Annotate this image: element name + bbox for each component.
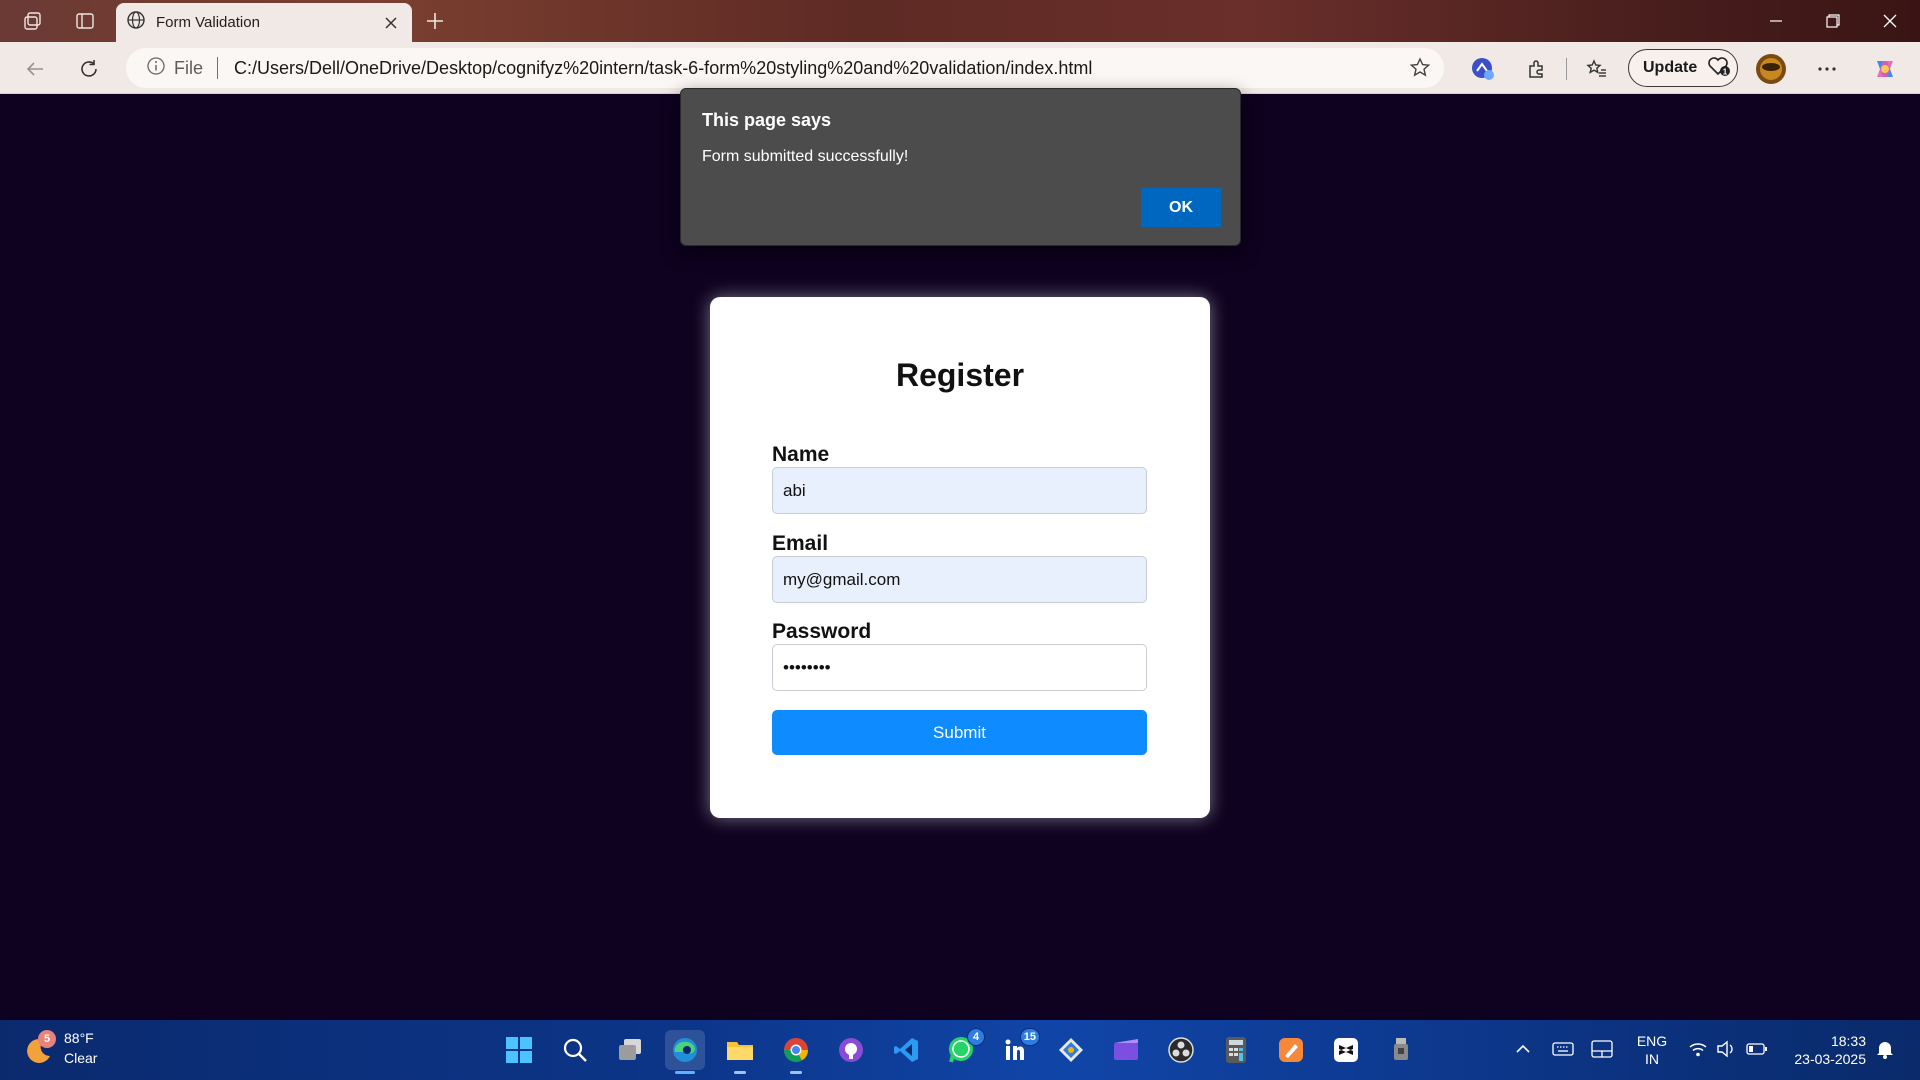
obs-icon[interactable] — [1161, 1030, 1201, 1070]
notification-bell-icon[interactable] — [1870, 1034, 1900, 1064]
minimize-button[interactable] — [1748, 0, 1804, 42]
copilot-extension-icon[interactable] — [1466, 52, 1500, 86]
system-clock[interactable]: 18:33 23-03-2025 — [1786, 1032, 1866, 1068]
dialog-message: Form submitted successfully! — [702, 148, 909, 165]
refresh-button[interactable] — [72, 52, 106, 86]
active-tab[interactable]: Form Validation — [116, 3, 412, 42]
new-tab-button[interactable] — [420, 6, 450, 36]
email-label: Email — [772, 532, 829, 555]
update-label: Update — [1643, 59, 1698, 76]
battery-icon[interactable] — [1742, 1034, 1772, 1064]
weather-condition: Clear — [64, 1050, 98, 1066]
more-options-icon[interactable] — [1810, 52, 1844, 86]
scheme-label: File — [174, 57, 204, 78]
address-separator — [217, 57, 219, 79]
toolbar-divider — [1566, 58, 1567, 80]
alert-dialog: This page says Form submitted successful… — [680, 88, 1241, 246]
password-input[interactable]: •••••••• — [772, 644, 1147, 691]
keyboard-icon[interactable] — [1548, 1034, 1578, 1064]
update-heart-icon: 1 — [1707, 55, 1731, 82]
dialog-title: This page says — [702, 110, 832, 130]
git-tool-icon[interactable] — [1051, 1030, 1091, 1070]
workspaces-icon[interactable] — [16, 6, 50, 36]
tab-title: Form Validation — [156, 14, 260, 31]
input-language[interactable]: ENG IN — [1634, 1032, 1670, 1068]
language-code: ENG — [1636, 1033, 1668, 1049]
info-icon[interactable] — [146, 56, 166, 81]
weather-temp: 88°F — [64, 1030, 94, 1046]
volume-icon[interactable] — [1711, 1034, 1741, 1064]
address-bar[interactable]: File C:/Users/Dell/OneDrive/Desktop/cogn… — [126, 48, 1444, 88]
password-label: Password — [772, 620, 872, 643]
name-label: Name — [772, 443, 830, 466]
touchpad-icon[interactable] — [1587, 1034, 1617, 1064]
favorite-star-icon[interactable] — [1408, 56, 1432, 80]
region-code: IN — [1645, 1051, 1659, 1067]
running-indicator — [734, 1071, 746, 1074]
capcut-icon[interactable] — [1326, 1030, 1366, 1070]
whatsapp-badge: 4 — [967, 1028, 985, 1046]
vscode-icon[interactable] — [886, 1030, 926, 1070]
wifi-icon[interactable] — [1683, 1034, 1713, 1064]
ok-button[interactable]: OK — [1141, 188, 1221, 227]
running-indicator — [790, 1071, 802, 1074]
chrome-icon[interactable] — [776, 1030, 816, 1074]
name-input[interactable]: abi — [772, 467, 1147, 514]
linkedin-badge: 15 — [1019, 1028, 1040, 1046]
close-window-button[interactable] — [1862, 0, 1918, 42]
usb-device-icon[interactable] — [1381, 1030, 1421, 1070]
url-text[interactable]: C:/Users/Dell/OneDrive/Desktop/cognifyz%… — [234, 58, 1092, 79]
svg-text:1: 1 — [1723, 67, 1728, 76]
calculator-icon[interactable] — [1216, 1030, 1256, 1070]
globe-icon — [126, 10, 146, 35]
windows-taskbar: 5 88°F Clear 4 15 ENG IN 18:33 23-03-202… — [0, 1020, 1920, 1080]
email-input[interactable]: my@gmail.com — [772, 556, 1147, 603]
file-explorer-icon[interactable] — [720, 1030, 760, 1074]
active-indicator — [675, 1071, 695, 1074]
linkedin-icon[interactable]: 15 — [996, 1028, 1040, 1070]
task-view-icon[interactable] — [610, 1030, 650, 1070]
browser-title-bar: Form Validation — [0, 0, 1920, 42]
weather-widget[interactable]: 5 88°F Clear — [24, 1030, 134, 1072]
clock-time: 18:33 — [1830, 1033, 1866, 1049]
submit-button[interactable]: Submit — [772, 710, 1147, 755]
restore-button[interactable] — [1805, 0, 1861, 42]
favorites-icon[interactable] — [1580, 52, 1614, 86]
extensions-icon[interactable] — [1520, 52, 1554, 86]
form-heading: Register — [895, 357, 1025, 393]
clock-date: 23-03-2025 — [1794, 1051, 1866, 1067]
vertical-tabs-icon[interactable] — [68, 6, 102, 36]
weather-badge: 5 — [38, 1030, 56, 1048]
search-icon[interactable] — [555, 1030, 595, 1070]
tab-close-icon[interactable] — [380, 12, 402, 34]
register-card: Register Name abi Email my@gmail.com Pas… — [710, 297, 1210, 818]
whatsapp-icon[interactable]: 4 — [941, 1028, 985, 1070]
sketch-app-icon[interactable] — [1271, 1030, 1311, 1070]
edge-taskbar-icon[interactable] — [665, 1030, 705, 1074]
show-hidden-icons-chevron-up-icon[interactable] — [1508, 1034, 1538, 1064]
start-button[interactable] — [499, 1030, 539, 1070]
profile-avatar[interactable] — [1752, 50, 1790, 88]
browser-toolbar: File C:/Users/Dell/OneDrive/Desktop/cogn… — [0, 42, 1920, 94]
update-button[interactable]: Update 1 — [1628, 49, 1738, 87]
clipchamp-icon[interactable] — [1106, 1030, 1146, 1070]
back-button[interactable] — [18, 52, 52, 86]
github-icon[interactable] — [831, 1030, 871, 1070]
copilot-icon[interactable] — [1868, 52, 1902, 86]
